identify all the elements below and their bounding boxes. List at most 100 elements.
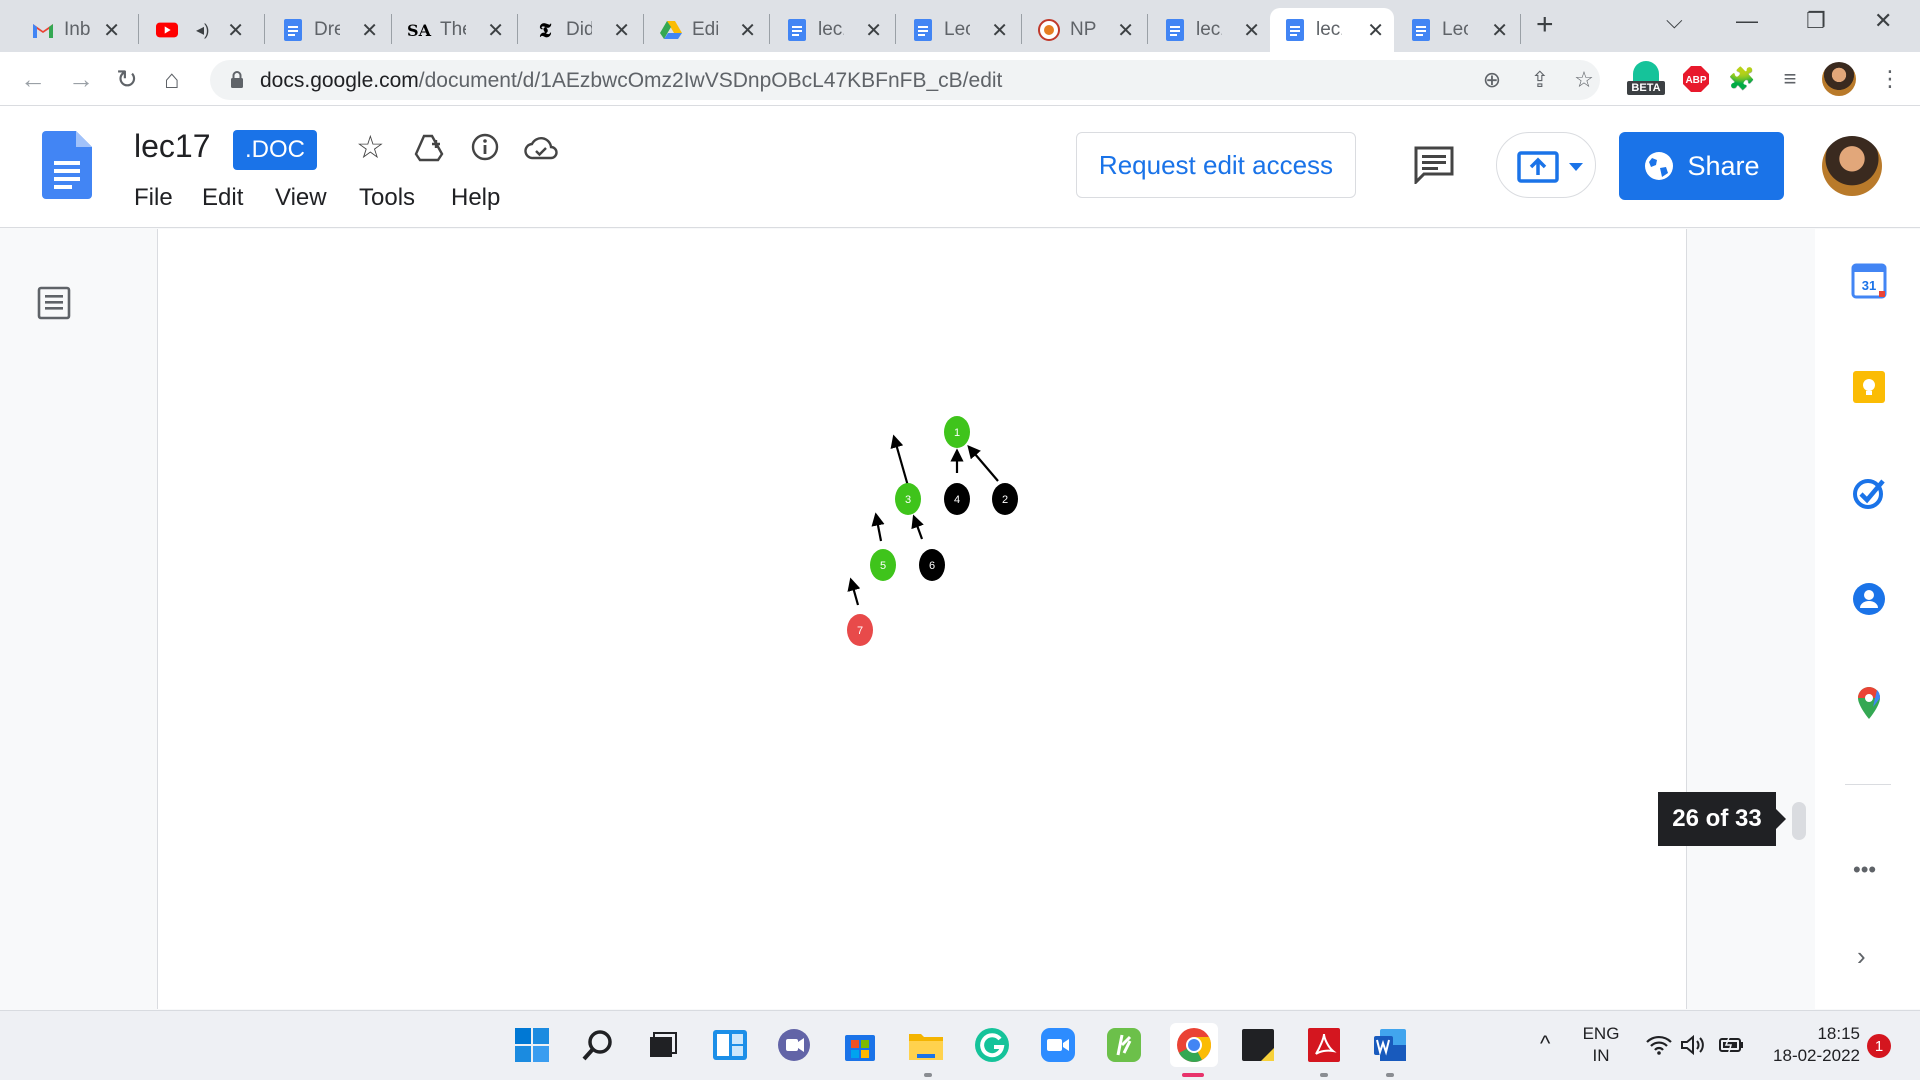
tab-title: lec1 xyxy=(1196,19,1222,40)
docs-icon xyxy=(786,19,808,41)
menu-view[interactable]: View xyxy=(275,184,327,212)
notification-badge[interactable]: 1 xyxy=(1867,1034,1891,1058)
chevron-right-icon[interactable]: › xyxy=(1857,941,1866,972)
document-outline-icon[interactable] xyxy=(37,286,71,320)
widgets-icon[interactable] xyxy=(710,1025,750,1065)
menu-help[interactable]: Help xyxy=(451,184,500,212)
tab-search-chevron-icon[interactable]: ⌵ xyxy=(1666,8,1683,34)
back-button[interactable]: ← xyxy=(20,64,46,95)
tab-inbox[interactable]: Inbox ✕ xyxy=(18,8,130,52)
close-icon[interactable]: ✕ xyxy=(865,18,882,43)
close-icon[interactable]: ✕ xyxy=(103,18,120,43)
share-page-icon[interactable]: ⇪ xyxy=(1526,66,1554,94)
calendar-icon[interactable]: 31 xyxy=(1851,263,1887,299)
teams-chat-icon[interactable] xyxy=(774,1025,814,1065)
chevron-down-icon[interactable] xyxy=(1569,163,1583,171)
present-upload-icon xyxy=(1517,151,1559,183)
forward-button[interactable]: → xyxy=(68,64,94,95)
contacts-icon[interactable] xyxy=(1851,581,1887,617)
tab-docs-lec1a[interactable]: lec1 ✕ xyxy=(772,8,892,52)
close-icon[interactable]: ✕ xyxy=(487,18,504,43)
close-icon[interactable]: ✕ xyxy=(613,18,630,43)
task-view-icon[interactable] xyxy=(642,1025,682,1065)
move-to-drive-icon[interactable] xyxy=(414,134,444,162)
clock[interactable]: 18:15 18-02-2022 xyxy=(1760,1023,1860,1067)
show-hidden-icons-chevron-icon[interactable]: ^ xyxy=(1540,1031,1550,1057)
globe-icon xyxy=(1645,152,1674,180)
wifi-icon[interactable] xyxy=(1646,1035,1672,1055)
browser-menu-icon[interactable]: ⋮ xyxy=(1876,65,1904,93)
minimize-button[interactable]: — xyxy=(1736,8,1758,34)
keep-icon[interactable] xyxy=(1851,369,1887,405)
language-indicator[interactable]: ENG IN xyxy=(1578,1023,1624,1067)
word-icon[interactable] xyxy=(1370,1025,1410,1065)
maps-icon[interactable] xyxy=(1851,685,1887,721)
youtube-icon xyxy=(156,19,178,41)
cloud-saved-icon[interactable] xyxy=(524,136,558,160)
tab-nyt[interactable]: 𝕿 Did ✕ xyxy=(520,8,640,52)
extensions-puzzle-icon[interactable]: 🧩 xyxy=(1728,65,1756,93)
tab-nptel[interactable]: NPT ✕ xyxy=(1024,8,1144,52)
menu-file[interactable]: File xyxy=(134,184,173,212)
zoom-app-icon[interactable] xyxy=(1038,1025,1078,1065)
close-icon[interactable]: ✕ xyxy=(1491,18,1508,43)
more-addons-icon[interactable]: ••• xyxy=(1853,857,1876,883)
tab-docs-lec1-active[interactable]: lec1 ✕ xyxy=(1270,8,1394,52)
close-icon[interactable]: ✕ xyxy=(1117,18,1134,43)
close-icon[interactable]: ✕ xyxy=(361,18,378,43)
volume-icon[interactable] xyxy=(1680,1034,1706,1056)
chrome-icon[interactable] xyxy=(1170,1023,1218,1067)
comments-icon[interactable] xyxy=(1414,146,1454,184)
docs-icon xyxy=(1410,19,1432,41)
reload-button[interactable]: ↻ xyxy=(116,64,138,95)
zoom-icon[interactable]: ⊕ xyxy=(1478,66,1506,94)
account-avatar[interactable] xyxy=(1822,136,1882,196)
request-edit-access-button[interactable]: Request edit access xyxy=(1076,132,1356,198)
microsoft-store-icon[interactable] xyxy=(840,1025,880,1065)
tab-title: NPT xyxy=(1070,19,1096,40)
tab-docs-lec1b[interactable]: lec1 ✕ xyxy=(1150,8,1270,52)
nyt-icon: 𝕿 xyxy=(538,18,552,42)
acrobat-icon[interactable] xyxy=(1304,1025,1344,1065)
tasks-icon[interactable] xyxy=(1851,475,1887,511)
tab-docs-lec[interactable]: Lec ✕ xyxy=(898,8,1018,52)
close-icon[interactable]: ✕ xyxy=(1243,18,1260,43)
restore-button[interactable]: ❐ xyxy=(1806,8,1826,34)
grammarly-icon[interactable] xyxy=(972,1025,1012,1065)
tab-drive[interactable]: Edit ✕ xyxy=(646,8,766,52)
docs-logo-icon[interactable] xyxy=(42,131,92,199)
profile-avatar[interactable] xyxy=(1822,62,1856,96)
close-window-button[interactable]: ✕ xyxy=(1874,8,1892,34)
reading-list-icon[interactable]: ≡ xyxy=(1776,65,1804,93)
close-icon[interactable]: ✕ xyxy=(739,18,756,43)
battery-icon[interactable] xyxy=(1716,1035,1744,1055)
close-icon[interactable]: ✕ xyxy=(1367,18,1384,43)
address-bar[interactable]: docs.google.com/document/d/1AEzbwcOmz2Iw… xyxy=(210,60,1600,100)
speaker-icon[interactable]: ◂) xyxy=(196,20,209,40)
green-app-icon[interactable] xyxy=(1104,1025,1144,1065)
active-app-indicator xyxy=(1182,1073,1204,1077)
new-tab-button[interactable]: + xyxy=(1536,8,1554,42)
tab-docs-dre[interactable]: Dre ✕ xyxy=(268,8,388,52)
search-icon[interactable] xyxy=(578,1025,618,1065)
present-button[interactable] xyxy=(1496,132,1596,198)
home-button[interactable]: ⌂ xyxy=(164,64,180,95)
document-title[interactable]: lec17 xyxy=(134,128,211,165)
file-explorer-icon[interactable] xyxy=(906,1025,946,1065)
grammarly-beta-extension-icon[interactable]: BETA xyxy=(1626,56,1666,100)
share-button[interactable]: Share xyxy=(1619,132,1784,200)
bookmark-star-icon[interactable]: ☆ xyxy=(1570,66,1598,94)
star-icon[interactable]: ☆ xyxy=(356,128,385,166)
tab-youtube[interactable]: ◂) ✕ xyxy=(142,8,254,52)
menu-edit[interactable]: Edit xyxy=(202,184,243,212)
adblock-extension-icon[interactable]: ABP xyxy=(1682,65,1710,93)
close-icon[interactable]: ✕ xyxy=(991,18,1008,43)
tab-sa[interactable]: SA The ✕ xyxy=(394,8,514,52)
windows-start-icon[interactable] xyxy=(512,1025,552,1065)
close-icon[interactable]: ✕ xyxy=(227,18,244,43)
sticky-notes-icon[interactable] xyxy=(1238,1025,1278,1065)
scrollbar-thumb[interactable] xyxy=(1792,802,1806,840)
menu-tools[interactable]: Tools xyxy=(359,184,415,212)
info-icon[interactable] xyxy=(470,132,500,162)
tab-docs-lec2[interactable]: Lec ✕ xyxy=(1396,8,1518,52)
